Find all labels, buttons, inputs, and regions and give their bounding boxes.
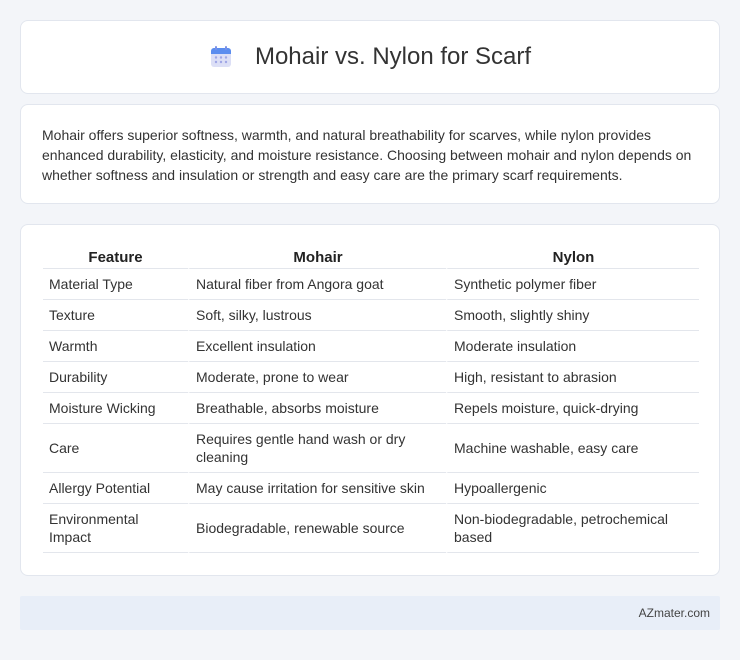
cell-nylon: High, resistant to abrasion bbox=[446, 362, 699, 393]
cell-nylon: Hypoallergenic bbox=[446, 473, 699, 504]
cell-mohair: Moderate, prone to wear bbox=[188, 362, 446, 393]
table-row: Texture Soft, silky, lustrous Smooth, sl… bbox=[43, 300, 699, 331]
cell-nylon: Repels moisture, quick-drying bbox=[446, 393, 699, 424]
cell-nylon: Machine washable, easy care bbox=[446, 424, 699, 473]
cell-nylon: Smooth, slightly shiny bbox=[446, 300, 699, 331]
header-nylon: Nylon bbox=[446, 247, 699, 269]
cell-feature: Texture bbox=[43, 300, 188, 331]
cell-feature: Environmental Impact bbox=[43, 504, 188, 553]
table-row: Environmental Impact Biodegradable, rene… bbox=[43, 504, 699, 553]
footer: AZmater.com bbox=[20, 596, 720, 630]
cell-nylon: Synthetic polymer fiber bbox=[446, 269, 699, 300]
cell-mohair: Natural fiber from Angora goat bbox=[188, 269, 446, 300]
summary-text: Mohair offers superior softness, warmth,… bbox=[42, 127, 692, 183]
cell-feature: Durability bbox=[43, 362, 188, 393]
cell-feature: Warmth bbox=[43, 331, 188, 362]
table-row: Warmth Excellent insulation Moderate ins… bbox=[43, 331, 699, 362]
cell-mohair: Biodegradable, renewable source bbox=[188, 504, 446, 553]
calendar-icon bbox=[209, 45, 233, 69]
page-title: Mohair vs. Nylon for Scarf bbox=[254, 43, 532, 70]
header-mohair: Mohair bbox=[188, 247, 446, 269]
cell-mohair: Excellent insulation bbox=[188, 331, 446, 362]
table-row: Durability Moderate, prone to wear High,… bbox=[43, 362, 699, 393]
cell-feature: Material Type bbox=[43, 269, 188, 300]
table-header-row: Feature Mohair Nylon bbox=[43, 247, 699, 269]
cell-mohair: Breathable, absorbs moisture bbox=[188, 393, 446, 424]
comparison-table-card: Feature Mohair Nylon Material Type Natur… bbox=[20, 224, 720, 576]
cell-mohair: May cause irritation for sensitive skin bbox=[188, 473, 446, 504]
cell-mohair: Requires gentle hand wash or dry cleanin… bbox=[188, 424, 446, 473]
summary-card: Mohair offers superior softness, warmth,… bbox=[20, 104, 720, 204]
cell-feature: Moisture Wicking bbox=[43, 393, 188, 424]
footer-brand: AZmater.com bbox=[638, 606, 710, 620]
table-row: Moisture Wicking Breathable, absorbs moi… bbox=[43, 393, 699, 424]
cell-feature: Allergy Potential bbox=[43, 473, 188, 504]
cell-feature: Care bbox=[43, 424, 188, 473]
title-card: Mohair vs. Nylon for Scarf bbox=[20, 20, 720, 94]
cell-nylon: Non-biodegradable, petrochemical based bbox=[446, 504, 699, 553]
table-row: Care Requires gentle hand wash or dry cl… bbox=[43, 424, 699, 473]
table-row: Material Type Natural fiber from Angora … bbox=[43, 269, 699, 300]
cell-mohair: Soft, silky, lustrous bbox=[188, 300, 446, 331]
comparison-table: Feature Mohair Nylon Material Type Natur… bbox=[43, 247, 699, 553]
cell-nylon: Moderate insulation bbox=[446, 331, 699, 362]
header-feature: Feature bbox=[43, 247, 188, 269]
table-row: Allergy Potential May cause irritation f… bbox=[43, 473, 699, 504]
